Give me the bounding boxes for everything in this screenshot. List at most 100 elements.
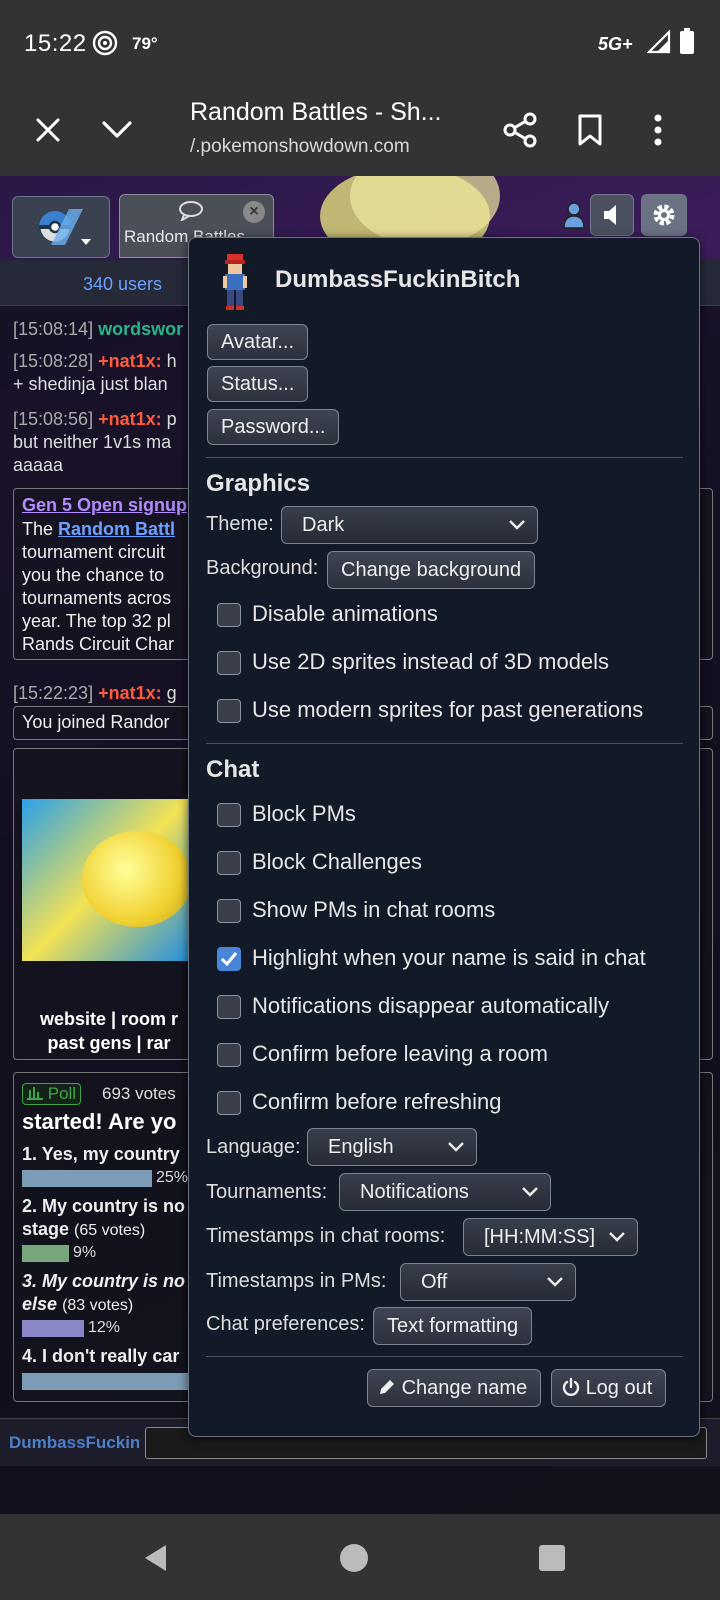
screen: 15:22 79° 5G+ Random Battles - Sh... /.p… <box>0 0 720 1600</box>
poll-percent: 9% <box>73 1244 97 1261</box>
timestamp: [15:22:23] <box>13 683 94 703</box>
gear-icon <box>653 204 675 226</box>
checkbox[interactable] <box>217 995 241 1019</box>
user-list-icon[interactable] <box>563 194 585 236</box>
timestamps-pms-value: Off <box>421 1271 448 1293</box>
temperature: 79° <box>132 34 158 53</box>
chat-message: [15:08:28] +nat1x: h <box>13 350 177 373</box>
poll-option-votes: (83 votes) <box>62 1297 134 1314</box>
chat-message-cont: but neither 1v1s ma <box>13 432 172 452</box>
more-vert-icon[interactable] <box>636 108 680 152</box>
bookmark-icon[interactable] <box>568 108 612 152</box>
poll-option[interactable]: 1. Yes, my country <box>22 1143 180 1166</box>
battery-icon <box>680 28 694 54</box>
checkbox-label: Notifications disappear automatically <box>252 993 610 1018</box>
sound-button[interactable] <box>590 194 634 236</box>
promo-links-line[interactable]: website | room r <box>14 1007 204 1031</box>
language-select[interactable]: English <box>307 1128 477 1166</box>
checkbox[interactable] <box>217 1043 241 1067</box>
announcement-title[interactable]: Gen 5 Open signup <box>22 495 187 516</box>
recents-icon[interactable] <box>528 1534 576 1582</box>
timestamps-pms-label: Timestamps in PMs: <box>206 1270 387 1292</box>
language-value: English <box>328 1136 394 1158</box>
background-label: Background: <box>206 557 319 579</box>
checkbox-label: Confirm before refreshing <box>252 1089 502 1114</box>
home-tab[interactable] <box>12 196 110 258</box>
checkbox[interactable] <box>217 899 241 923</box>
user-count[interactable]: 340 users <box>83 274 162 295</box>
checkbox-label: Show PMs in chat rooms <box>252 897 496 922</box>
navigation-bar <box>0 1514 720 1600</box>
text-formatting-button[interactable]: Text formatting <box>373 1307 533 1345</box>
chat-heading: Chat <box>206 756 260 783</box>
poll-option[interactable]: 4. I don't really car <box>22 1345 179 1368</box>
page-title[interactable]: Random Battles - Sh... <box>190 98 442 127</box>
username[interactable]: +nat1x: <box>98 683 162 703</box>
promo-links: website | room r past gens | rar <box>14 1007 204 1055</box>
timestamps-rooms-label: Timestamps in chat rooms: <box>206 1225 446 1247</box>
username-heading: DumbassFuckinBitch <box>275 266 521 293</box>
announcement-link[interactable]: Random Battl <box>58 519 175 539</box>
page-url[interactable]: /.pokemonshowdown.com <box>190 136 410 158</box>
tournaments-select[interactable]: Notifications <box>339 1173 551 1211</box>
change-name-button[interactable]: Change name <box>367 1369 542 1407</box>
trainer-avatar[interactable] <box>213 252 257 312</box>
chat-bubble-icon <box>179 201 203 221</box>
checkbox[interactable] <box>217 699 241 723</box>
change-name-label: Change name <box>401 1377 528 1399</box>
current-username[interactable]: DumbassFuckinBitch <box>9 1433 139 1453</box>
chat-message: [15:22:23] +nat1x: g <box>13 682 177 705</box>
poll-option[interactable]: 2. My country is no <box>22 1195 185 1218</box>
checkbox-label: Disable animations <box>252 601 438 626</box>
timestamps-rooms-select[interactable]: [HH:MM:SS] <box>463 1218 638 1256</box>
chat-message: [15:08:14] wordswor <box>13 318 183 341</box>
checkbox[interactable] <box>217 851 241 875</box>
avatar-button[interactable]: Avatar... <box>207 324 309 360</box>
web-content: Random Battles × 340 users [15:08:14] wo… <box>0 176 720 1514</box>
home-icon[interactable] <box>330 1534 378 1582</box>
checkbox[interactable] <box>217 603 241 627</box>
username[interactable]: +nat1x: <box>98 409 162 429</box>
checkbox-label: Use 2D sprites instead of 3D models <box>252 649 610 674</box>
promo-links-line[interactable]: past gens | rar <box>14 1031 204 1055</box>
options-button[interactable] <box>641 194 687 236</box>
tournaments-value: Notifications <box>360 1181 469 1203</box>
username[interactable]: wordswor <box>98 319 183 339</box>
status-button[interactable]: Status... <box>207 366 309 402</box>
divider <box>206 743 683 744</box>
status-bar: 15:22 79° 5G+ <box>0 0 720 88</box>
close-tab-icon[interactable]: × <box>243 201 265 223</box>
back-icon[interactable] <box>132 1534 180 1582</box>
chevron-down-icon <box>522 1187 538 1197</box>
poll-bar <box>22 1320 84 1337</box>
password-button[interactable]: Password... <box>207 409 340 445</box>
change-background-button[interactable]: Change background <box>327 551 536 589</box>
timestamps-pms-select[interactable]: Off <box>400 1263 576 1301</box>
checkbox[interactable] <box>217 803 241 827</box>
hotspot-icon <box>92 30 118 56</box>
checkbox[interactable] <box>217 651 241 675</box>
checkbox-label: Confirm before leaving a room <box>252 1041 548 1066</box>
announcement-body: The Random Battl tournament circuit you … <box>22 518 192 656</box>
share-icon[interactable] <box>498 108 542 152</box>
network-type: 5G+ <box>598 34 633 54</box>
username[interactable]: +nat1x: <box>98 351 162 371</box>
chevron-down-icon <box>448 1142 464 1152</box>
checkbox-label: Block PMs <box>252 801 356 826</box>
chat-message: [15:08:56] +nat1x: p <box>13 408 177 431</box>
divider <box>206 1356 683 1357</box>
theme-select[interactable]: Dark <box>281 506 538 544</box>
message-text: g <box>166 683 177 703</box>
poll-option-text: stage <box>22 1219 70 1239</box>
chevron-down-icon[interactable] <box>95 108 139 152</box>
poll-option[interactable]: 3. My country is no <box>22 1270 185 1293</box>
checkbox[interactable] <box>217 947 241 971</box>
joined-message: You joined Randor <box>22 712 170 732</box>
close-icon[interactable] <box>26 108 70 152</box>
checkbox[interactable] <box>217 1091 241 1115</box>
poll-badge: Poll <box>22 1083 82 1105</box>
promo-image <box>22 799 192 961</box>
log-out-button[interactable]: Log out <box>551 1369 667 1407</box>
announcement-line: The Random Battl <box>22 519 176 539</box>
browser-toolbar: Random Battles - Sh... /.pokemonshowdown… <box>0 88 720 176</box>
